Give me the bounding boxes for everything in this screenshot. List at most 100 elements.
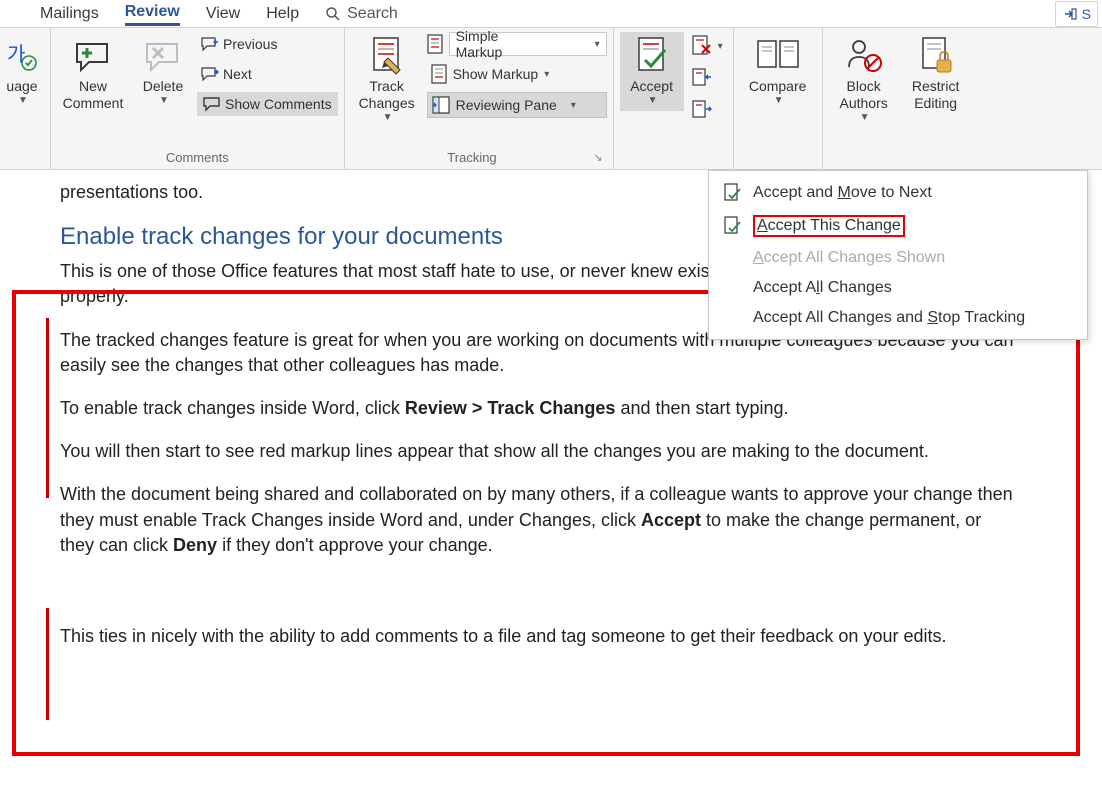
accept-icon xyxy=(724,183,742,203)
track-changes-label: Track Changes xyxy=(353,78,421,112)
changes-small-stack: ▾ xyxy=(688,32,727,122)
comments-small-stack: Previous Next Show Comments xyxy=(197,32,338,116)
reviewing-pane-button[interactable]: Reviewing Pane ▾ xyxy=(427,92,607,118)
block-authors-button[interactable]: Block Authors ▼ xyxy=(829,32,899,128)
group-changes-label xyxy=(620,163,727,167)
tab-view[interactable]: View xyxy=(206,3,240,25)
accept-move-next-label: Accept and Move to Next xyxy=(753,184,932,202)
ribbon: 가 uage ▼ New Comment Delete ▼ xyxy=(0,28,1102,170)
delete-comment-button[interactable]: Delete ▼ xyxy=(133,32,193,111)
accept-all-shown: Accept All Changes Shown xyxy=(709,243,1087,273)
comment-show-icon xyxy=(203,96,221,112)
group-language: 가 uage ▼ xyxy=(0,28,51,169)
previous-label: Previous xyxy=(223,36,277,52)
accept-this-change[interactable]: Accept This Change xyxy=(709,209,1087,243)
language-label: uage xyxy=(6,78,37,95)
accept-all-changes-label: Accept All Changes xyxy=(753,279,892,297)
comment-delete-icon xyxy=(143,38,183,74)
compare-button[interactable]: Compare ▼ xyxy=(740,32,816,111)
accept-dropdown-menu: Accept and Move to Next Accept This Chan… xyxy=(708,170,1088,340)
new-comment-button[interactable]: New Comment xyxy=(57,32,129,116)
accept-all-stop-label: Accept All Changes and Stop Tracking xyxy=(753,309,1025,327)
track-changes-icon xyxy=(370,36,404,76)
group-compare: Compare ▼ xyxy=(734,28,823,169)
tab-help[interactable]: Help xyxy=(266,3,299,25)
language-icon: 가 xyxy=(5,39,39,73)
accept-move-next[interactable]: Accept and Move to Next xyxy=(709,177,1087,209)
accept-this-change-highlight: Accept This Change xyxy=(753,215,905,237)
prev-change-icon xyxy=(692,68,712,88)
accept-all-stop[interactable]: Accept All Changes and Stop Tracking xyxy=(709,303,1087,333)
next-comment-button[interactable]: Next xyxy=(197,62,338,86)
block-authors-icon xyxy=(845,37,883,75)
new-comment-label: New Comment xyxy=(59,78,127,112)
delete-label: Delete xyxy=(143,78,183,95)
reject-button[interactable]: ▾ xyxy=(688,34,727,58)
share-label: S xyxy=(1082,6,1091,22)
next-change-button[interactable] xyxy=(688,98,727,122)
previous-change-button[interactable] xyxy=(688,66,727,90)
tab-review[interactable]: Review xyxy=(125,1,180,26)
accept-icon xyxy=(635,36,669,76)
reviewing-pane-label: Reviewing Pane xyxy=(456,97,557,113)
doc-paragraph: To enable track changes inside Word, cli… xyxy=(60,396,1020,421)
chevron-down-icon: ▼ xyxy=(774,95,784,107)
share-button[interactable]: S xyxy=(1055,1,1098,27)
tracking-dialog-launcher[interactable]: ↘ xyxy=(593,151,606,164)
doc-paragraph: With the document being shared and colla… xyxy=(60,482,1020,558)
show-markup-button[interactable]: Show Markup ▾ xyxy=(427,62,607,86)
tab-mailings[interactable]: Mailings xyxy=(40,3,99,25)
comment-prev-icon xyxy=(201,36,219,52)
next-label: Next xyxy=(223,66,252,82)
show-comments-button[interactable]: Show Comments xyxy=(197,92,338,116)
language-button[interactable]: 가 uage ▼ xyxy=(0,32,44,111)
chevron-down-icon: ▼ xyxy=(383,112,393,124)
group-compare-label xyxy=(740,163,816,167)
restrict-editing-button[interactable]: Restrict Editing xyxy=(903,32,969,116)
search-box[interactable]: Search xyxy=(325,5,398,23)
reviewing-pane-icon xyxy=(432,96,450,114)
show-markup-label: Show Markup xyxy=(453,66,539,82)
chevron-down-icon: ▼ xyxy=(159,95,169,107)
next-change-icon xyxy=(692,100,712,120)
tracking-small-stack: Simple Markup ▾ Show Markup ▾ Reviewing … xyxy=(427,32,607,118)
accept-label: Accept xyxy=(630,78,673,95)
reject-icon xyxy=(692,35,712,57)
change-indicator-bar[interactable] xyxy=(46,608,49,720)
chevron-down-icon: ▾ xyxy=(718,41,723,52)
show-comments-label: Show Comments xyxy=(225,96,332,112)
restrict-editing-label: Restrict Editing xyxy=(905,78,967,112)
accept-all-changes[interactable]: Accept All Changes xyxy=(709,273,1087,303)
block-authors-label: Block Authors xyxy=(831,78,897,112)
doc-paragraph: This ties in nicely with the ability to … xyxy=(60,624,1020,649)
search-icon xyxy=(325,6,341,22)
chevron-down-icon: ▼ xyxy=(18,95,28,107)
compare-icon xyxy=(756,37,800,75)
compare-label: Compare xyxy=(749,78,807,95)
markup-view-dropdown[interactable]: Simple Markup ▾ xyxy=(449,32,607,56)
accept-button[interactable]: Accept ▼ xyxy=(620,32,684,111)
chevron-down-icon: ▾ xyxy=(595,39,600,50)
previous-comment-button[interactable]: Previous xyxy=(197,32,338,56)
group-protect: Block Authors ▼ Restrict Editing xyxy=(823,28,975,169)
show-markup-icon xyxy=(431,64,449,84)
accept-icon xyxy=(724,216,742,236)
restrict-editing-icon xyxy=(919,36,953,76)
change-indicator-bar[interactable] xyxy=(46,318,49,498)
group-comments: New Comment Delete ▼ Previous Next xyxy=(51,28,345,169)
chevron-down-icon: ▾ xyxy=(544,69,549,80)
track-changes-button[interactable]: Track Changes ▼ xyxy=(351,32,423,128)
markup-view-value: Simple Markup xyxy=(456,28,545,60)
group-tracking: Track Changes ▼ Simple Markup ▾ Show Mar… xyxy=(345,28,614,169)
chevron-down-icon: ▼ xyxy=(860,112,870,124)
group-comments-label: Comments xyxy=(57,148,338,167)
chevron-down-icon: ▾ xyxy=(571,100,576,111)
comment-next-icon xyxy=(201,66,219,82)
accept-all-shown-label: Accept All Changes Shown xyxy=(753,249,945,267)
ribbon-tabs: Mailings Review View Help Search S xyxy=(0,0,1102,28)
group-language-label xyxy=(0,163,44,167)
chevron-down-icon: ▼ xyxy=(648,95,658,107)
share-icon xyxy=(1062,6,1078,22)
group-protect-label xyxy=(829,163,969,167)
doc-paragraph: You will then start to see red markup li… xyxy=(60,439,1020,464)
